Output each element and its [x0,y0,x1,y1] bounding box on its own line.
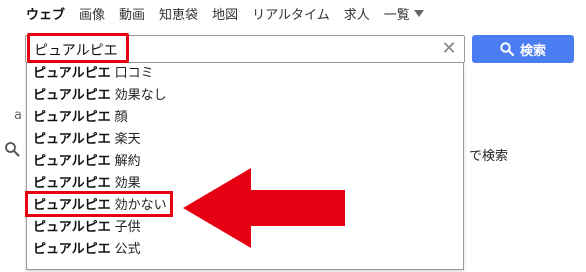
close-icon[interactable]: ✕ [438,38,460,60]
suggestion-query: ピュアルピエ [33,110,111,125]
nav-item-images[interactable]: 画像 [79,4,105,23]
nav-item-realtime[interactable]: リアルタイム [252,4,330,23]
suggestion-term: 効果 [114,176,141,191]
suggestion-term: 顔 [114,110,128,125]
suggestion-term: 口コミ [114,66,154,81]
search-icon [5,142,20,157]
suggestion-query: ピュアルピエ [33,242,111,257]
suggestion-query: ピュアルピエ [33,176,111,191]
suggestion-item[interactable]: ピュアルピエ 楽天 [33,129,141,151]
search-button-label: 検索 [519,43,546,59]
suggestion-item[interactable]: ピュアルピエ 解約 [33,151,141,173]
suggestion-term: 解約 [114,154,141,169]
suggestion-item[interactable]: ピュアルピエ 効果なし [33,85,167,107]
suggestion-query: ピュアルピエ [33,154,111,169]
nav-item-web[interactable]: ウェブ [26,4,65,23]
suggestion-item[interactable]: ピュアルピエ 子供 [33,217,141,239]
search-button[interactable]: 検索 [472,35,574,63]
left-arrow-icon [183,168,345,248]
search-category-nav: ウェブ 画像 動画 知恵袋 地図 リアルタイム 求人 一覧 [26,3,438,23]
nav-item-videos[interactable]: 動画 [119,4,145,23]
search-icon [500,42,514,56]
background-partial-letter: a [14,108,22,123]
search-input-highlight [27,33,129,63]
suggestion-term: 公式 [114,242,141,257]
suggestion-item[interactable]: ピュアルピエ 公式 [33,239,141,261]
nav-more-label: 一覧 [383,7,410,23]
suggestion-query: ピュアルピエ [33,88,111,103]
suggestion-query: ピュアルピエ [33,66,111,81]
suggestion-term: 楽天 [114,132,141,147]
nav-more-button[interactable]: 一覧 [384,4,424,23]
suggestion-highlight-box [25,191,173,217]
nav-item-maps[interactable]: 地図 [212,4,238,23]
suggestion-query: ピュアルピエ [33,132,111,147]
suggestion-term: 子供 [114,220,141,235]
suggestion-query: ピュアルピエ [33,220,111,235]
suggestion-term: 効果なし [114,88,167,103]
nav-item-jobs[interactable]: 求人 [344,4,370,23]
triangle-down-icon [413,9,424,17]
suggestion-item[interactable]: ピュアルピエ 口コミ [33,63,154,85]
suggestion-item[interactable]: ピュアルピエ顔 [33,107,128,129]
background-search-text: で検索 [469,149,509,164]
nav-item-chiebukuro[interactable]: 知恵袋 [159,4,198,23]
